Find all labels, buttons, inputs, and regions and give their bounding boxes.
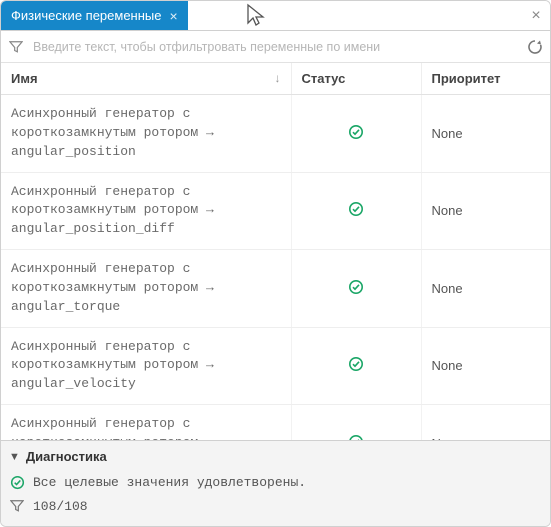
funnel-icon <box>9 498 25 514</box>
cell-priority: None <box>421 405 550 440</box>
close-icon: × <box>531 7 540 25</box>
cell-status <box>291 250 421 328</box>
ok-check-icon <box>348 279 364 295</box>
cell-priority: None <box>421 95 550 173</box>
close-tab-icon[interactable]: × <box>170 9 178 23</box>
filter-bar <box>1 31 550 63</box>
cell-name: Асинхронный генератор с короткозамкнутым… <box>1 405 291 440</box>
column-header-name-label: Имя <box>11 71 38 86</box>
filter-icon <box>7 38 25 56</box>
diagnostics-ok-message: Все целевые значения удовлетворены. <box>33 475 306 490</box>
column-header-status-label: Статус <box>302 71 346 86</box>
cell-status <box>291 172 421 250</box>
ok-check-icon <box>348 356 364 372</box>
cell-name: Асинхронный генератор с короткозамкнутым… <box>1 250 291 328</box>
diagnostics-toggle[interactable]: ▼ Диагностика <box>9 447 542 470</box>
diagnostics-ok-line: Все целевые значения удовлетворены. <box>9 470 542 494</box>
variables-table: Имя ↓ Статус Приоритет Асинхронный генер… <box>1 63 550 440</box>
diagnostics-counter-line: 108/108 <box>9 494 542 518</box>
table-row[interactable]: Асинхронный генератор с короткозамкнутым… <box>1 250 550 328</box>
ok-check-icon <box>348 124 364 140</box>
column-header-name[interactable]: Имя ↓ <box>1 63 291 95</box>
cell-status <box>291 405 421 440</box>
table-row[interactable]: Асинхронный генератор с короткозамкнутым… <box>1 172 550 250</box>
column-header-priority[interactable]: Приоритет <box>421 63 550 95</box>
cell-name: Асинхронный генератор с короткозамкнутым… <box>1 95 291 173</box>
diagnostics-title: Диагностика <box>26 449 107 464</box>
tab-bar: Физические переменные × × <box>1 1 550 31</box>
tab-physical-variables[interactable]: Физические переменные × <box>1 1 188 30</box>
cell-name: Асинхронный генератор с короткозамкнутым… <box>1 327 291 405</box>
table-row[interactable]: Асинхронный генератор с короткозамкнутым… <box>1 95 550 173</box>
variables-panel: Физические переменные × × <box>0 0 551 527</box>
diagnostics-counter: 108/108 <box>33 499 88 514</box>
close-panel-button[interactable]: × <box>522 1 550 30</box>
tab-empty-area <box>188 1 522 30</box>
table-header-row: Имя ↓ Статус Приоритет <box>1 63 550 95</box>
column-header-status[interactable]: Статус <box>291 63 421 95</box>
cell-status <box>291 327 421 405</box>
cell-name: Асинхронный генератор с короткозамкнутым… <box>1 172 291 250</box>
cursor-icon <box>246 3 266 29</box>
variables-table-wrapper: Имя ↓ Статус Приоритет Асинхронный генер… <box>1 63 550 440</box>
cell-status <box>291 95 421 173</box>
table-row[interactable]: Асинхронный генератор с короткозамкнутым… <box>1 327 550 405</box>
ok-check-icon <box>9 474 25 490</box>
chevron-down-icon: ▼ <box>9 451 20 463</box>
diagnostics-section: ▼ Диагностика Все целевые значения удовл… <box>1 440 550 526</box>
ok-check-icon <box>348 201 364 217</box>
cell-priority: None <box>421 250 550 328</box>
sort-desc-icon: ↓ <box>275 71 281 85</box>
tab-title: Физические переменные <box>11 8 162 23</box>
cell-priority: None <box>421 172 550 250</box>
cell-priority: None <box>421 327 550 405</box>
filter-input[interactable] <box>31 39 520 55</box>
table-row[interactable]: Асинхронный генератор с короткозамкнутым… <box>1 405 550 440</box>
refresh-button[interactable] <box>526 38 544 56</box>
column-header-priority-label: Приоритет <box>432 71 501 86</box>
